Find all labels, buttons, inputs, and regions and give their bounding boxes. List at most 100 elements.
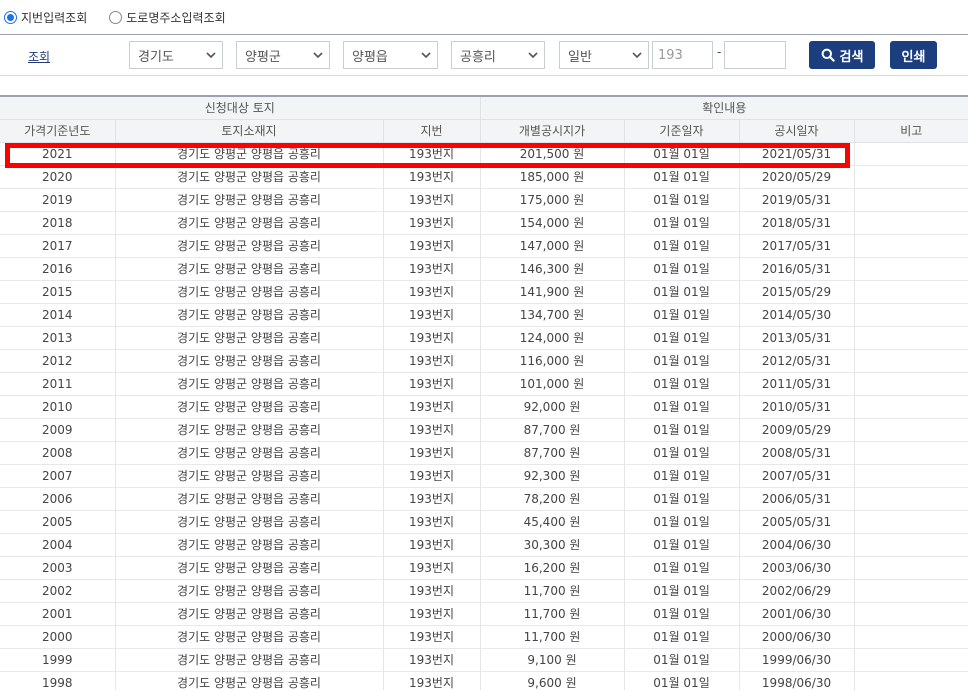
table-cell: 154,000 원: [480, 211, 625, 235]
print-button[interactable]: 인쇄: [890, 41, 937, 69]
table-cell: 01월 01일: [624, 257, 740, 281]
table-cell: [854, 234, 968, 258]
table-cell: 경기도 양평군 양평읍 공흥리: [115, 165, 384, 189]
county-select[interactable]: 양평군: [236, 41, 330, 69]
table-row: 2000 경기도 양평군 양평읍 공흥리 193번지 11,700 원 01월 01일 2…: [0, 625, 968, 649]
table-cell: 01월 01일: [624, 234, 740, 258]
table-cell: [854, 625, 968, 649]
table-cell: 2016: [0, 257, 116, 281]
table-cell: 경기도 양평군 양평읍 공흥리: [115, 395, 384, 419]
table-cell: 경기도 양평군 양평읍 공흥리: [115, 234, 384, 258]
table-cell: 경기도 양평군 양평읍 공흥리: [115, 648, 384, 672]
table-cell: 78,200 원: [480, 487, 625, 511]
table-cell: 193번지: [383, 533, 481, 557]
table-cell: [854, 579, 968, 603]
table-cell: [854, 487, 968, 511]
table-cell: [854, 303, 968, 327]
table-cell: 2012: [0, 349, 116, 373]
search-button[interactable]: 검색: [809, 41, 875, 69]
table-row: 2016 경기도 양평군 양평읍 공흥리 193번지 146,300 원 01월 01일…: [0, 257, 968, 281]
chevron-down-icon: [632, 52, 642, 59]
table-cell: 193번지: [383, 510, 481, 534]
table-cell: 11,700 원: [480, 579, 625, 603]
table-cell: 2010: [0, 395, 116, 419]
radio-road-address-search[interactable]: 도로명주소입력조회: [109, 9, 226, 26]
table-row: 2008 경기도 양평군 양평읍 공흥리 193번지 87,700 원 01월 01일 2…: [0, 441, 968, 465]
table-cell: 경기도 양평군 양평읍 공흥리: [115, 188, 384, 212]
radio-label: 지번입력조회: [21, 10, 88, 25]
table-cell: 01월 01일: [624, 625, 740, 649]
table-cell: 11,700 원: [480, 625, 625, 649]
radio-selected-icon: [4, 10, 17, 24]
table-cell: 2003: [0, 556, 116, 580]
table-cell: 경기도 양평군 양평읍 공흥리: [115, 326, 384, 350]
table-cell: 2002/06/29: [739, 579, 855, 603]
table-cell: 01월 01일: [624, 326, 740, 350]
table-cell: 2009: [0, 418, 116, 442]
table-cell: 175,000 원: [480, 188, 625, 212]
table-cell: 2021: [0, 142, 116, 166]
table-cell: 경기도 양평군 양평읍 공흥리: [115, 510, 384, 534]
province-select[interactable]: 경기도: [129, 41, 223, 69]
table-header-row: 가격기준년도 토지소재지 지번 개별공시지가 기준일자 공시일자 비고: [0, 119, 968, 143]
table-cell: 01월 01일: [624, 372, 740, 396]
table-cell: 2008: [0, 441, 116, 465]
sub-lot-number-input[interactable]: [724, 41, 786, 69]
table-cell: 2009/05/29: [739, 418, 855, 442]
table-cell: 경기도 양평군 양평읍 공흥리: [115, 579, 384, 603]
table-cell: [854, 395, 968, 419]
table-cell: 경기도 양평군 양평읍 공흥리: [115, 602, 384, 626]
table-cell: [854, 326, 968, 350]
village-select[interactable]: 공흥리: [451, 41, 545, 69]
table-cell: 경기도 양평군 양평읍 공흥리: [115, 441, 384, 465]
table-cell: 01월 01일: [624, 349, 740, 373]
table-cell: 2014/05/30: [739, 303, 855, 327]
main-lot-number-input[interactable]: 193: [652, 41, 713, 69]
table-cell: 01월 01일: [624, 487, 740, 511]
table-cell: 2006: [0, 487, 116, 511]
table-cell: 2019/05/31: [739, 188, 855, 212]
table-cell: 92,300 원: [480, 464, 625, 488]
table-cell: 1999/06/30: [739, 648, 855, 672]
table-cell: 경기도 양평군 양평읍 공흥리: [115, 303, 384, 327]
table-row: 2020 경기도 양평군 양평읍 공흥리 193번지 185,000 원 01월 01일…: [0, 165, 968, 189]
table-cell: 101,000 원: [480, 372, 625, 396]
table-cell: [854, 188, 968, 212]
table-cell: 01월 01일: [624, 165, 740, 189]
table-cell: 193번지: [383, 165, 481, 189]
table-cell: [854, 418, 968, 442]
table-cell: 2005/05/31: [739, 510, 855, 534]
search-icon: [821, 48, 835, 62]
table-row: 2017 경기도 양평군 양평읍 공흥리 193번지 147,000 원 01월 01일…: [0, 234, 968, 258]
radio-lot-number-search[interactable]: 지번입력조회: [4, 9, 87, 26]
table-cell: 2016/05/31: [739, 257, 855, 281]
table-row: 2006 경기도 양평군 양평읍 공흥리 193번지 78,200 원 01월 01일 2…: [0, 487, 968, 511]
group-header-confirmation: 확인내용: [479, 96, 968, 120]
table-cell: 141,900 원: [480, 280, 625, 304]
town-select[interactable]: 양평읍: [343, 41, 438, 69]
table-row: 2009 경기도 양평군 양평읍 공흥리 193번지 87,700 원 01월 01일 2…: [0, 418, 968, 442]
table-cell: 30,300 원: [480, 533, 625, 557]
table-cell: 2004: [0, 533, 116, 557]
table-cell: 2010/05/31: [739, 395, 855, 419]
search-criteria-bar: 조회 경기도 양평군 양평읍 공흥리 일반 193 - 검색 인쇄: [0, 34, 968, 76]
column-header: 지번: [382, 119, 481, 143]
table-cell: 116,000 원: [480, 349, 625, 373]
table-cell: 01월 01일: [624, 533, 740, 557]
table-cell: 193번지: [383, 142, 481, 166]
table-cell: 2014: [0, 303, 116, 327]
land-type-value: 일반: [568, 49, 592, 65]
table-cell: 193번지: [383, 326, 481, 350]
table-row: 2021 경기도 양평군 양평읍 공흥리 193번지 201,500 원 01월 01일…: [0, 142, 968, 166]
table-cell: 경기도 양평군 양평읍 공흥리: [115, 418, 384, 442]
table-cell: 2004/06/30: [739, 533, 855, 557]
table-cell: [854, 165, 968, 189]
table-cell: 193번지: [383, 441, 481, 465]
table-cell: 147,000 원: [480, 234, 625, 258]
table-cell: 1998/06/30: [739, 671, 855, 690]
land-type-select[interactable]: 일반: [559, 41, 649, 69]
table-cell: 01월 01일: [624, 510, 740, 534]
search-button-label: 검색: [839, 49, 864, 65]
table-cell: 경기도 양평군 양평읍 공흥리: [115, 257, 384, 281]
table-cell: 2005: [0, 510, 116, 534]
